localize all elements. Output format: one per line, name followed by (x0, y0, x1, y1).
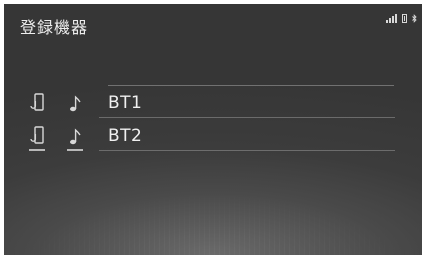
phone-icon (28, 92, 46, 116)
registered-devices-screen: 登録機器 BT1 BT2 (4, 4, 422, 255)
device-row-bt1[interactable]: BT1 (4, 88, 422, 118)
device-button-bt2[interactable]: BT2 (99, 121, 395, 151)
status-bar (386, 14, 417, 23)
battery-icon (402, 14, 407, 23)
list-top-divider (108, 85, 394, 86)
device-label: BT2 (108, 126, 143, 146)
music-note-icon (68, 127, 82, 147)
device-row-bt2[interactable]: BT2 (4, 121, 422, 151)
phone-connected-indicator (29, 149, 45, 151)
device-label: BT1 (108, 93, 143, 113)
page-title: 登録機器 (20, 18, 89, 37)
phone-icon (28, 125, 46, 149)
audio-connected-indicator (67, 149, 83, 151)
bluetooth-icon (412, 14, 417, 23)
device-button-bt1[interactable]: BT1 (99, 88, 395, 118)
signal-icon (386, 14, 397, 23)
music-note-icon (68, 94, 82, 114)
